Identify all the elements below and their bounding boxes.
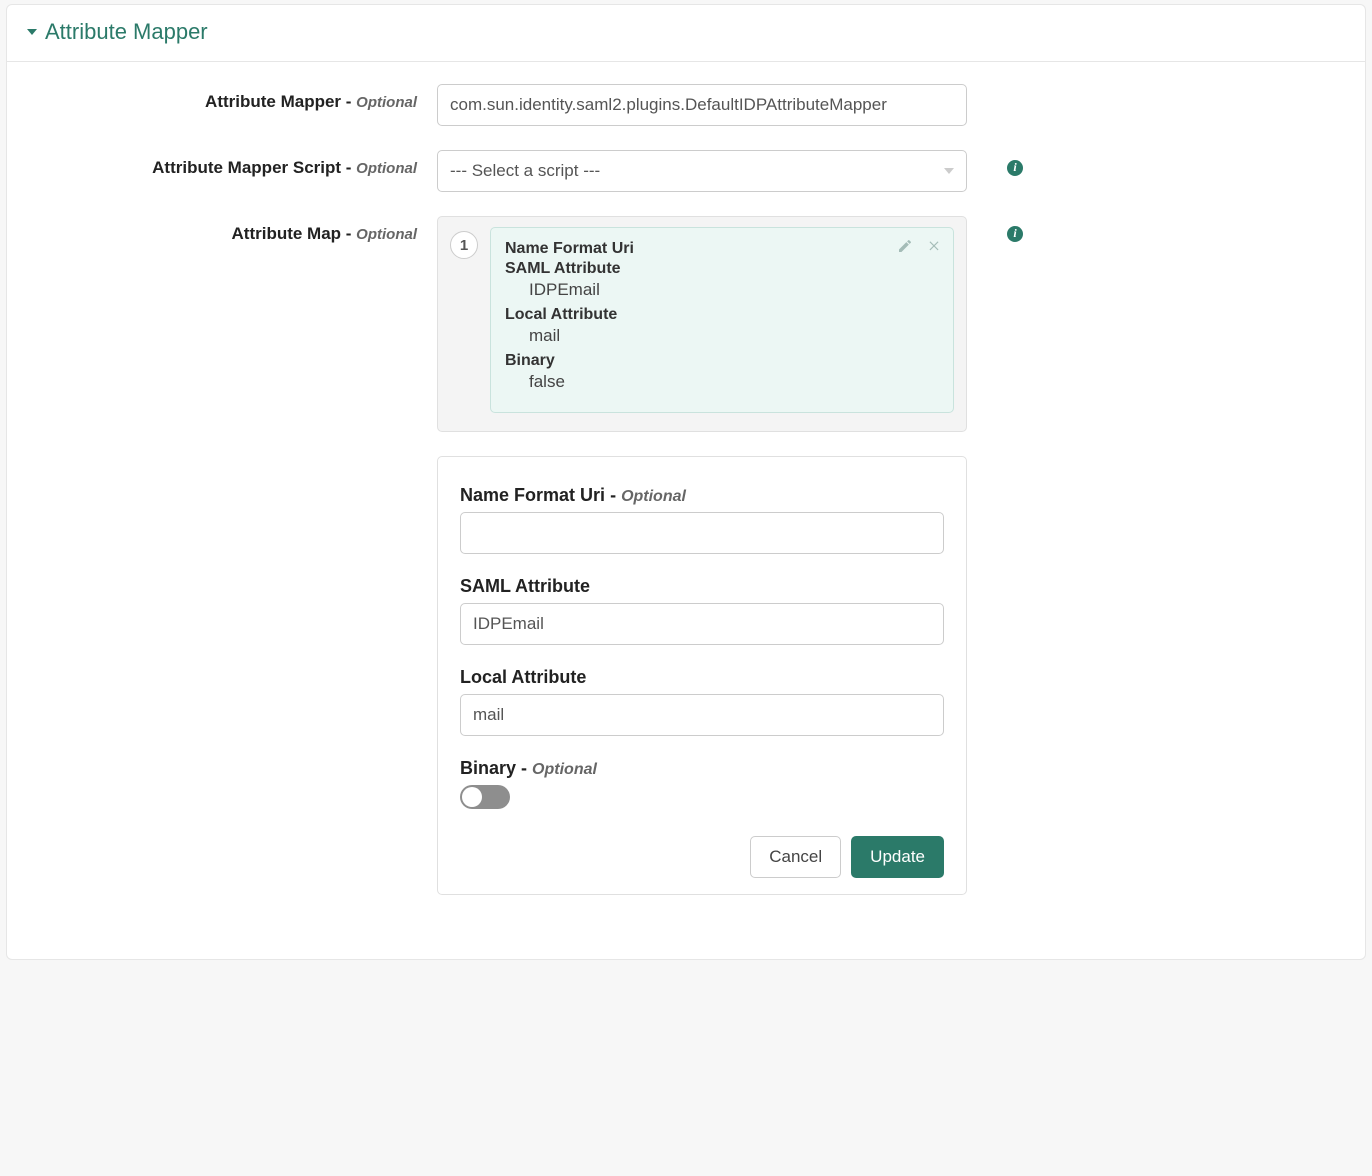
panel-body: Attribute Mapper - Optional Attribute Ma… — [7, 62, 1365, 959]
binary-toggle[interactable] — [460, 785, 510, 809]
card-binary-value: false — [529, 372, 939, 392]
saml-attribute-input[interactable] — [460, 603, 944, 645]
panel-header[interactable]: Attribute Mapper — [7, 5, 1365, 62]
attribute-mapper-input[interactable] — [437, 84, 967, 126]
card-name-format-uri-label: Name Format Uri — [505, 240, 939, 258]
select-placeholder: --- Select a script --- — [450, 161, 600, 181]
caret-down-icon — [27, 29, 37, 35]
label-attribute-mapper-script: Attribute Mapper Script - Optional — [27, 150, 417, 178]
attribute-mapper-script-select[interactable]: --- Select a script --- — [437, 150, 967, 192]
update-button[interactable]: Update — [851, 836, 944, 878]
optional-tag: Optional — [356, 94, 417, 111]
edit-binary-label: Binary - Optional — [460, 758, 944, 779]
card-local-attribute-label: Local Attribute — [505, 306, 939, 324]
delete-icon[interactable] — [927, 238, 941, 259]
card-saml-attribute-label: SAML Attribute — [505, 260, 939, 278]
label-text: Attribute Mapper — [205, 92, 341, 111]
row-attribute-mapper-script: Attribute Mapper Script - Optional --- S… — [27, 150, 1345, 192]
chevron-down-icon — [944, 168, 954, 174]
attribute-mapper-panel: Attribute Mapper Attribute Mapper - Opti… — [6, 4, 1366, 960]
optional-tag: Optional — [356, 226, 417, 243]
label-attribute-map: Attribute Map - Optional — [27, 216, 417, 244]
info-icon[interactable]: i — [1007, 226, 1023, 242]
edit-local-attribute-label: Local Attribute — [460, 667, 944, 688]
name-format-uri-input[interactable] — [460, 512, 944, 554]
label-attribute-mapper: Attribute Mapper - Optional — [27, 84, 417, 112]
label-text: Attribute Mapper Script — [152, 158, 341, 177]
attribute-map-card: Name Format Uri SAML Attribute IDPEmail … — [490, 227, 954, 413]
attribute-map-list: 1 Name Format Uri SAML Attri — [437, 216, 967, 432]
row-attribute-map: Attribute Map - Optional 1 — [27, 216, 1345, 895]
card-local-attribute-value: mail — [529, 326, 939, 346]
map-item-index: 1 — [450, 231, 478, 259]
card-binary-label: Binary — [505, 352, 939, 370]
edit-saml-attribute-label: SAML Attribute — [460, 576, 944, 597]
cancel-button[interactable]: Cancel — [750, 836, 841, 878]
label-text: Attribute Map — [232, 224, 342, 243]
section-title: Attribute Mapper — [45, 19, 208, 45]
card-saml-attribute-value: IDPEmail — [529, 280, 939, 300]
edit-name-format-uri-label: Name Format Uri - Optional — [460, 485, 944, 506]
info-icon[interactable]: i — [1007, 160, 1023, 176]
row-attribute-mapper: Attribute Mapper - Optional — [27, 84, 1345, 126]
local-attribute-input[interactable] — [460, 694, 944, 736]
attribute-map-edit-form: Name Format Uri - Optional SAML Attribut… — [437, 456, 967, 895]
edit-icon[interactable] — [897, 238, 913, 259]
optional-tag: Optional — [356, 160, 417, 177]
